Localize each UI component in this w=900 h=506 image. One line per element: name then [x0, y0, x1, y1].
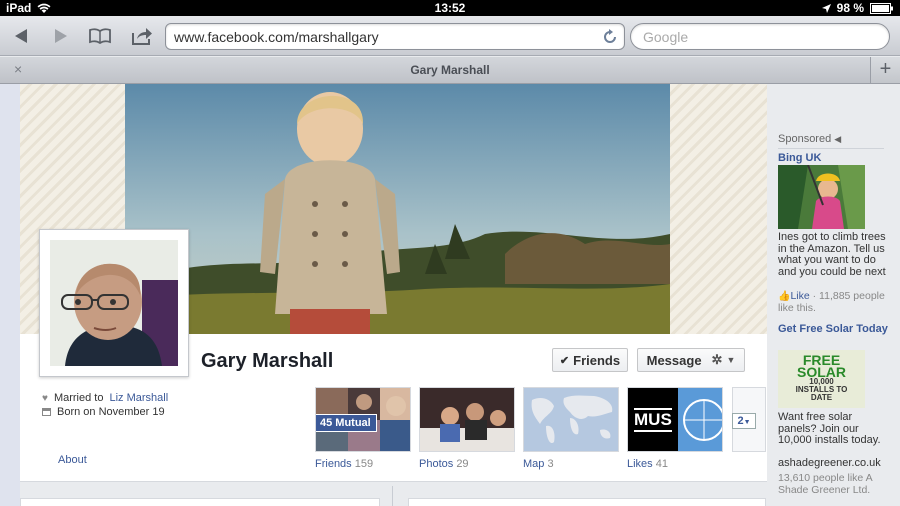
tab-bar: × Gary Marshall + [0, 57, 900, 84]
ad-2-body[interactable]: Want free solar panels? Join our 10,000 … [778, 411, 890, 447]
friends-label: Friends [315, 458, 352, 470]
sponsored-label: Sponsored [778, 133, 832, 145]
ad-2-meta: 13,610 people like A Shade Greener Ltd. [778, 472, 872, 496]
airline-logo [678, 388, 722, 451]
search-field[interactable]: Google [630, 23, 890, 50]
more-count-box: 2▼ [732, 413, 756, 429]
likes-count: 41 [655, 458, 668, 470]
cover-image [125, 84, 670, 334]
photos-thumbnail [420, 388, 514, 451]
thumbs-up-icon[interactable]: 👍 [778, 291, 790, 302]
friends-button-label: Friends [573, 352, 621, 368]
married-info: ♥ Married to Liz Marshall [42, 392, 168, 404]
share-icon [132, 28, 152, 45]
address-bar[interactable]: www.facebook.com/marshallgary [165, 23, 625, 50]
forward-arrow-icon [55, 29, 67, 43]
clock: 13:52 [434, 1, 466, 15]
megaphone-icon: ◀ [834, 134, 842, 144]
profile-info-row: ♥ Married to Liz Marshall Born on Novemb… [20, 384, 767, 482]
sponsored-header: Sponsored ◀ [778, 133, 884, 149]
ad-2-image[interactable]: FREE SOLAR 10,000 INSTALLS TO DATE [778, 350, 865, 408]
chevron-down-icon: ▼ [743, 419, 751, 426]
photos-label: Photos [419, 458, 454, 470]
heart-icon: ♥ [42, 392, 48, 404]
profile-picture[interactable] [39, 229, 189, 377]
likes-tile[interactable]: MUS [627, 387, 723, 452]
ad-2-domain[interactable]: ashadegreener.co.uk [778, 457, 890, 470]
search-placeholder: Google [643, 29, 689, 45]
friends-tile[interactable]: 45 Mutual [315, 387, 411, 452]
birthday-label: Born on November 19 [57, 406, 165, 418]
world-map-thumbnail [524, 388, 618, 451]
facebook-page: Gary Marshall ✔ Friends Message ✲ ▼ ♥ Ma… [0, 84, 900, 506]
map-label: Map [523, 458, 545, 470]
spouse-link[interactable]: Liz Marshall [109, 392, 168, 404]
battery-icon [870, 2, 893, 14]
url-text: www.facebook.com/marshallgary [174, 29, 379, 45]
forward-button[interactable] [50, 24, 72, 48]
married-label: Married to [53, 392, 104, 404]
ad-1-meta: 👍Like · 11,885 people like this. [778, 290, 900, 314]
likes-thumbnail-text: MUS [634, 408, 672, 432]
ad-1-like-link[interactable]: Like [790, 290, 809, 302]
about-link[interactable]: About [58, 454, 87, 466]
friends-tile-label[interactable]: Friends 159 [315, 458, 373, 470]
chevron-down-icon: ▼ [726, 355, 736, 365]
photos-count: 29 [456, 458, 469, 470]
map-tile-label[interactable]: Map 3 [523, 458, 554, 470]
timeline-right-card [408, 498, 766, 506]
ad-1-title[interactable]: Bing UK [778, 152, 821, 164]
timeline-left-card [20, 498, 380, 506]
profile-name[interactable]: Gary Marshall [201, 350, 333, 373]
map-count: 3 [547, 458, 554, 470]
new-tab-button[interactable]: + [870, 57, 900, 83]
map-tile[interactable] [523, 387, 619, 452]
ad-1-image[interactable] [778, 165, 865, 229]
battery-percent: 98 % [836, 1, 864, 15]
check-icon: ✔ [559, 354, 570, 367]
ad-2-title[interactable]: Get Free Solar Today [778, 323, 888, 335]
bookmarks-button[interactable] [88, 24, 112, 48]
back-button[interactable] [10, 24, 32, 48]
gear-icon[interactable]: ✲ [712, 352, 723, 368]
friends-count: 159 [354, 458, 374, 470]
likes-tile-label[interactable]: Likes 41 [627, 458, 668, 470]
sponsored-sidebar: Sponsored ◀ Bing UK Ines got to climb tr… [767, 84, 900, 506]
browser-toolbar: www.facebook.com/marshallgary Google [0, 16, 900, 56]
mutual-friends-badge: 45 Mutual [316, 414, 377, 432]
share-button[interactable] [130, 24, 154, 48]
book-icon [89, 28, 111, 44]
avatar [50, 240, 178, 366]
more-tiles-button[interactable]: 2▼ [732, 387, 766, 452]
ad-2-image-line-5: DATE [810, 393, 833, 402]
photos-tile[interactable] [419, 387, 515, 452]
birthday-info: Born on November 19 [42, 406, 165, 418]
message-button[interactable]: Message ✲ ▼ [637, 348, 745, 372]
calendar-icon [42, 408, 51, 416]
location-arrow-icon [821, 3, 831, 13]
cover-frame-right [670, 84, 767, 334]
status-bar: iPad 13:52 98 % [0, 0, 900, 16]
timeline-divider [392, 486, 393, 506]
tab-title[interactable]: Gary Marshall [0, 63, 900, 77]
likes-label: Likes [627, 458, 653, 470]
friends-button[interactable]: ✔ Friends [552, 348, 628, 372]
message-button-label: Message [646, 352, 702, 368]
ad-1-body[interactable]: Ines got to climb trees in the Amazon. T… [778, 231, 890, 278]
reload-icon[interactable] [603, 29, 617, 44]
photos-tile-label[interactable]: Photos 29 [419, 458, 469, 470]
back-arrow-icon [15, 29, 27, 43]
page-margin [0, 84, 20, 506]
